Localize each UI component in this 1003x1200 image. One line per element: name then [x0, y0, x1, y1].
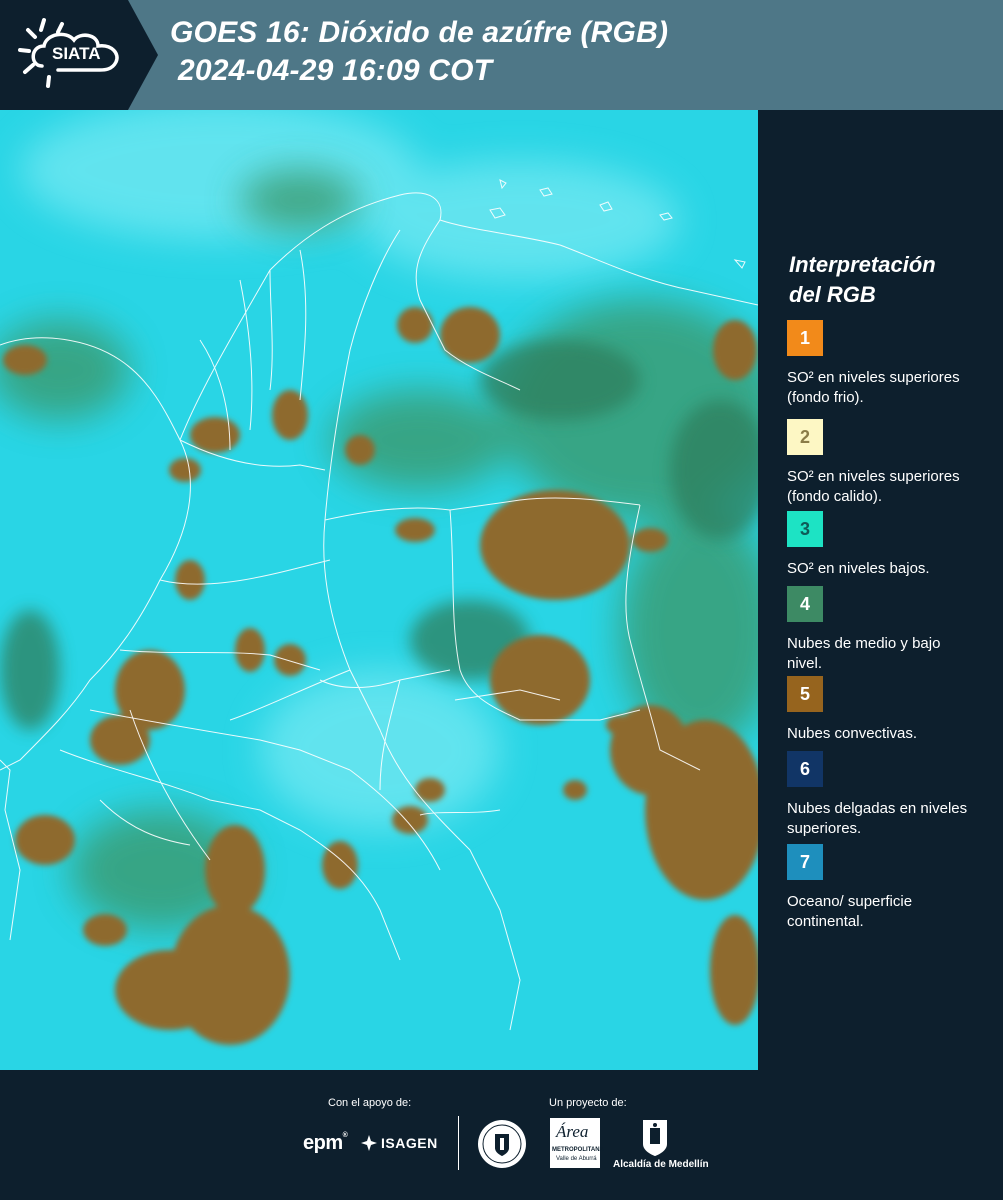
legend-number-5: 5 — [799, 683, 810, 704]
title-timestamp: 2024-04-29 16:09 COT — [178, 54, 493, 87]
legend-title-line1: Interpretación — [789, 252, 936, 277]
legend-swatch-2: 2 — [787, 419, 823, 455]
legend-swatch-6: 6 — [787, 751, 823, 787]
page-title: GOES 16: Dióxido de azúfre (RGB) 2024-04… — [170, 14, 668, 90]
siata-logo[interactable]: SIATA — [0, 0, 158, 110]
legend-item-3: 3 SO² en niveles bajos. — [787, 511, 987, 579]
footer-divider — [458, 1116, 459, 1170]
title-product: GOES 16: Dióxido de azúfre (RGB) — [170, 16, 669, 49]
alcaldia-text: Alcaldía de Medellín — [613, 1159, 709, 1170]
legend-swatch-7: 7 — [787, 844, 823, 880]
legend-description-3: SO² en niveles bajos. — [787, 560, 930, 577]
legend-swatch-1: 1 — [787, 320, 823, 356]
epm-logo-text: epm — [303, 1132, 343, 1154]
project-label: Un proyecto de: — [549, 1097, 627, 1109]
legend-number-6: 6 — [799, 758, 810, 779]
legend-item-1: 1 SO² en niveles superiores (fondo frio)… — [787, 320, 987, 408]
legend-title: Interpretación del RGB — [789, 250, 989, 310]
area-logo-line3: Valle de Aburrá — [556, 1156, 597, 1162]
legend-number-3: 3 — [799, 518, 810, 539]
satellite-map-image — [0, 110, 758, 1070]
university-seal-icon — [478, 1120, 526, 1168]
isagen-mark-icon — [361, 1135, 377, 1151]
legend-swatch-4: 4 — [787, 586, 823, 622]
satellite-map[interactable] — [0, 110, 758, 1070]
legend-description-4: Nubes de medio y bajo nivel. — [787, 635, 941, 672]
support-label: Con el apoyo de: — [328, 1097, 412, 1109]
legend-description-1: SO² en niveles superiores (fondo frio). — [787, 369, 960, 406]
legend-description-6: Nubes delgadas en niveles superiores. — [787, 800, 968, 837]
legend-number-7: 7 — [799, 851, 810, 872]
header: SIATA GOES 16: Dióxido de azúfre (RGB) 2… — [0, 0, 1003, 110]
university-seal-logo[interactable] — [476, 1118, 528, 1175]
legend-description-2: SO² en niveles superiores (fondo calido)… — [787, 468, 960, 505]
legend-title-line2: del RGB — [789, 282, 876, 307]
legend-item-5: 5 Nubes convectivas. — [787, 676, 987, 744]
legend-item-6: 6 Nubes delgadas en niveles superiores. — [787, 751, 987, 839]
legend-item-4: 4 Nubes de medio y bajo nivel. — [787, 586, 987, 674]
legend-description-7: Oceano/ superficie continental. — [787, 893, 913, 930]
legend-number-2: 2 — [799, 426, 810, 447]
legend-number-4: 4 — [799, 593, 810, 614]
medellin-shield-icon — [643, 1120, 667, 1156]
legend-item-2: 2 SO² en niveles superiores (fondo calid… — [787, 419, 987, 507]
legend-panel: Interpretación del RGB 1 SO² en niveles … — [758, 110, 1003, 1070]
isagen-logo[interactable]: ISAGEN — [360, 1134, 438, 1152]
epm-logo[interactable]: epm® — [303, 1132, 348, 1155]
area-logo-line2: METROPOLITANA — [552, 1147, 604, 1153]
legend-number-1: 1 — [799, 327, 810, 348]
area-metropolitana-logo[interactable]: Área METROPOLITANA Valle de Aburrá — [550, 1118, 604, 1170]
footer: Con el apoyo de: Un proyecto de: epm® IS… — [0, 1070, 1003, 1200]
legend-swatch-3: 3 — [787, 511, 823, 547]
legend-description-5: Nubes convectivas. — [787, 725, 918, 742]
area-logo-title: Área — [556, 1122, 589, 1141]
legend-item-7: 7 Oceano/ superficie continental. — [787, 844, 987, 932]
isagen-logo-text: ISAGEN — [381, 1135, 438, 1151]
siata-logo-text: SIATA — [52, 44, 101, 63]
legend-swatch-5: 5 — [787, 676, 823, 712]
